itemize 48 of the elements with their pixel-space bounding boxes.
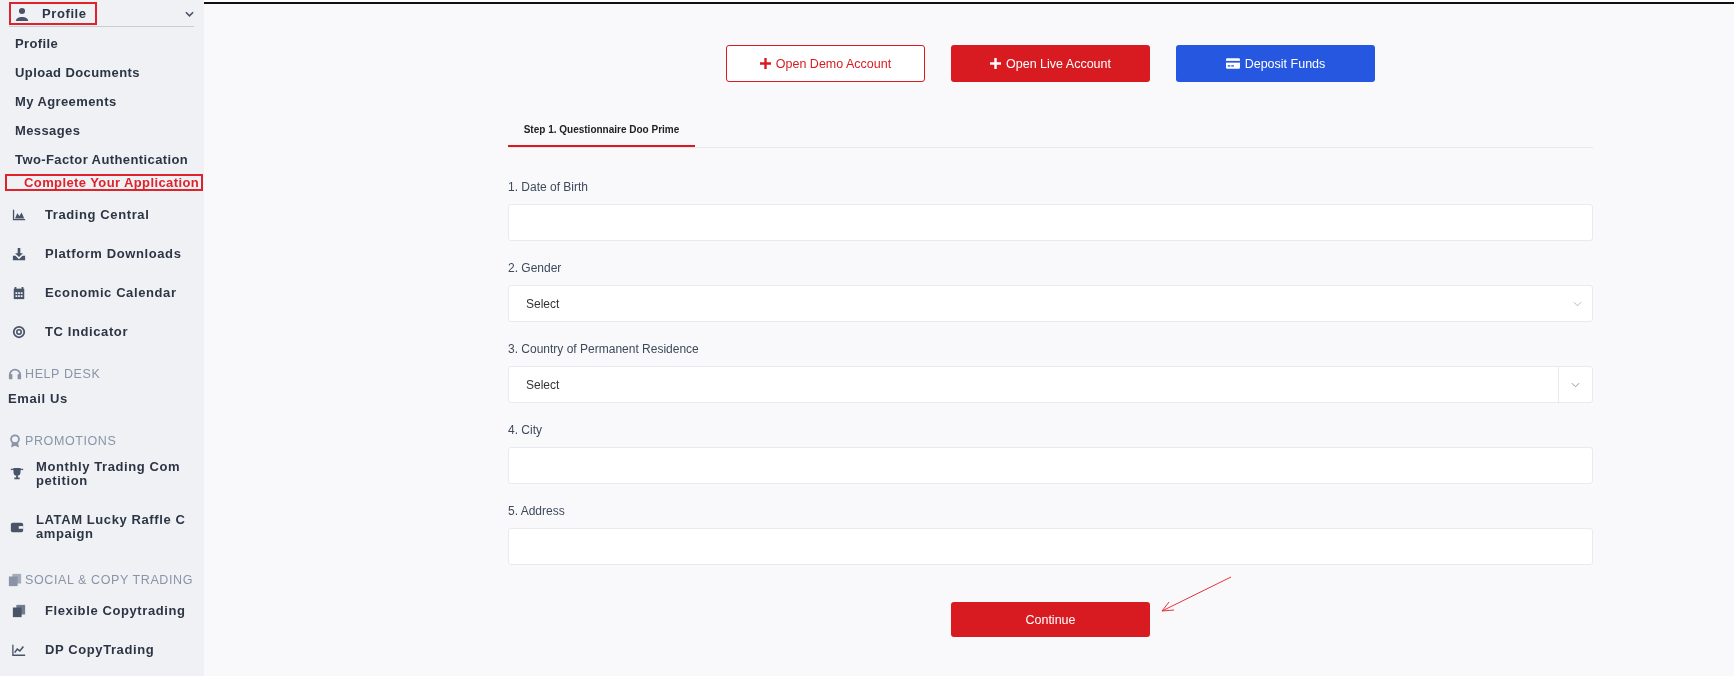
open-account-button[interactable]: Open Live Account	[951, 45, 1150, 82]
section-heading: PROMOTIONS	[25, 434, 117, 448]
open-account-button[interactable]: Open Demo Account	[726, 45, 925, 82]
continue-button[interactable]: Continue	[951, 602, 1150, 637]
sidebar-subitem[interactable]: Messages	[5, 116, 203, 145]
step-tab[interactable]: Step 1. Questionnaire Doo Prime	[508, 113, 695, 147]
section-heading: HELP DESK	[25, 367, 101, 381]
select-field[interactable]: Select	[508, 366, 1593, 403]
sidebar-item[interactable]: Trading Central	[0, 195, 204, 234]
field-label: 3. Country of Permanent Residence	[508, 342, 700, 356]
plus-icon	[759, 58, 771, 69]
sidebar-subitem[interactable]: Upload Documents	[5, 58, 203, 87]
sidebar-subitem[interactable]: Profile	[5, 29, 203, 58]
sidebar-subitem[interactable]: My Agreements	[5, 87, 203, 116]
sidebar-item[interactable]: Economic Calendar	[0, 273, 204, 312]
sidebar-item[interactable]: LATAM Lucky Raffle Campaign	[0, 504, 204, 558]
trophy-icon	[10, 467, 24, 482]
chart-icon	[12, 207, 26, 222]
sidebar-item[interactable]: Email Us	[0, 385, 204, 418]
chevron-down-icon	[1573, 300, 1582, 307]
sidebar-item[interactable]: Monthly Trading Competition	[0, 452, 204, 505]
headset-icon	[8, 367, 22, 381]
select-field[interactable]: Select	[508, 285, 1593, 322]
chevron-down-icon	[1571, 381, 1580, 388]
field-label: 2. Gender	[508, 261, 563, 275]
copy-icon	[8, 573, 22, 588]
field-label: 4. City	[508, 423, 543, 437]
chevron-down-icon[interactable]	[185, 10, 194, 17]
profile-menu-toggle[interactable]: Profile	[9, 2, 97, 25]
copy-icon	[12, 603, 26, 618]
calendar-icon	[12, 285, 26, 300]
deposit-funds-button[interactable]: Deposit Funds	[1176, 45, 1375, 82]
sidebar-subitem[interactable]: Two-Factor Authentication	[5, 145, 203, 174]
sidebar-subitem[interactable]: Complete Your Application	[5, 174, 203, 191]
sidebar-item[interactable]: Flexible Copytrading	[0, 591, 204, 631]
line-chart-icon	[12, 642, 26, 657]
sidebar-item[interactable]: Platform Downloads	[0, 234, 204, 273]
award-icon	[8, 434, 22, 448]
field-label: 5. Address	[508, 504, 566, 518]
target-icon	[12, 324, 26, 339]
download-icon	[12, 246, 26, 261]
plus-icon	[990, 58, 1002, 69]
user-icon	[15, 6, 29, 21]
section-heading: SOCIAL & COPY TRADING	[25, 573, 193, 588]
sidebar-item[interactable]: DP CopyTrading	[0, 630, 204, 670]
field-label: 1. Date of Birth	[508, 180, 590, 194]
sidebar-item[interactable]: TC Indicator	[0, 312, 204, 351]
credit-card-icon	[1225, 58, 1240, 69]
